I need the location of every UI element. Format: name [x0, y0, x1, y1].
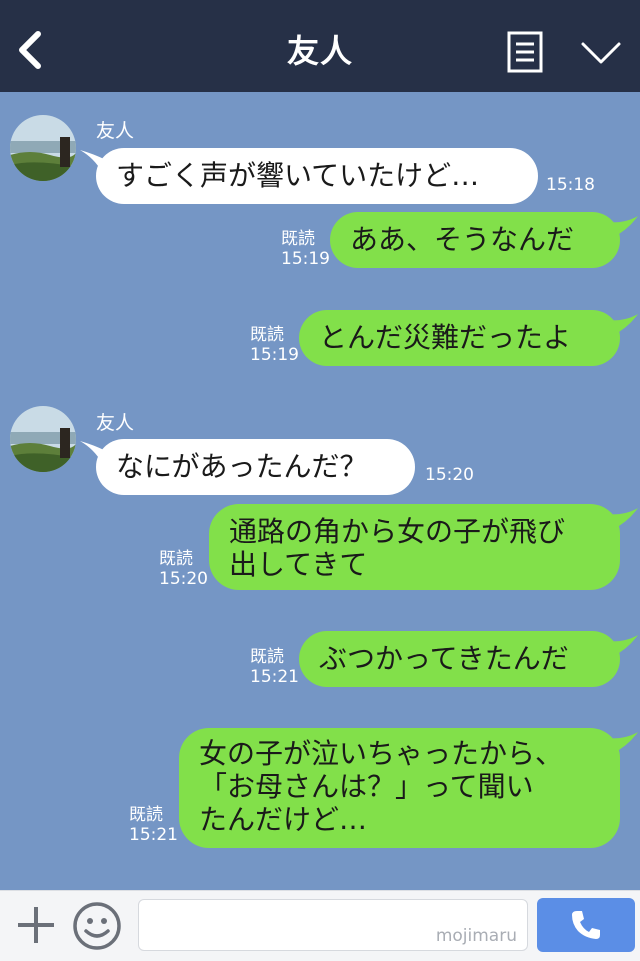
message-bubble[interactable]: ああ、そうなんだ: [330, 212, 620, 268]
message-bubble[interactable]: ぶつかってきたんだ: [299, 631, 620, 687]
watermark-text: mojimaru: [435, 926, 517, 946]
message-time: 15:21: [129, 825, 178, 845]
message-text-line: 「お母さんは？」って聞い: [199, 770, 534, 803]
phone-icon: [572, 911, 600, 939]
landscape-avatar-icon: [10, 115, 76, 181]
read-label: 既読: [250, 325, 284, 345]
chat-title: 友人: [286, 32, 353, 70]
read-receipt: 既読 15:21: [129, 805, 178, 845]
message-bubble[interactable]: とんだ災難だったよ: [299, 310, 620, 366]
chat-header: 友人: [0, 0, 640, 92]
avatar[interactable]: [10, 406, 76, 472]
message-time: 15:19: [281, 249, 330, 269]
message-text-line: 通路の角から女の子が飛び: [229, 515, 566, 548]
message-text: すごく声が響いていたけど…: [116, 159, 480, 192]
input-bar: mojimaru: [0, 890, 640, 961]
message-time: 15:20: [425, 465, 474, 485]
message-text: ぶつかってきたんだ: [319, 642, 569, 675]
call-button[interactable]: [537, 898, 635, 952]
bubble-tail: [606, 314, 638, 336]
message-time: 15:18: [546, 175, 595, 195]
read-label: 既読: [159, 549, 193, 569]
bubble-tail: [606, 216, 638, 238]
read-receipt: 既読 15:19: [250, 325, 299, 365]
read-receipt: 既読 15:21: [250, 647, 299, 687]
message-time: 15:20: [159, 569, 208, 589]
bubble-tail: [606, 732, 638, 754]
message-text: ああ、そうなんだ: [350, 223, 575, 256]
bubble-tail: [606, 508, 638, 530]
read-receipt: 既読 15:20: [159, 549, 208, 589]
read-label: 既読: [129, 805, 163, 825]
read-label: 既読: [281, 229, 315, 249]
message-list[interactable]: 友人 すごく声が響いていたけど… 15:18 既読 15:19 ああ、そうなんだ…: [0, 92, 640, 890]
message-text: とんだ災難だったよ: [319, 321, 572, 354]
note-list-icon[interactable]: [507, 31, 543, 73]
chevron-down-icon[interactable]: [580, 40, 622, 66]
message-text-line: 女の子が泣いちゃったから、: [199, 737, 564, 770]
message-bubble[interactable]: 女の子が泣いちゃったから、 「お母さんは？」って聞い たんだけど…: [179, 728, 620, 848]
avatar[interactable]: [10, 115, 76, 181]
message-bubble[interactable]: なにがあったんだ？: [96, 439, 415, 495]
message-bubble[interactable]: すごく声が響いていたけど…: [96, 148, 538, 204]
message-text-line: たんだけど…: [199, 803, 368, 836]
message-input[interactable]: mojimaru: [138, 899, 528, 951]
message-time: 15:19: [250, 345, 299, 365]
plus-icon[interactable]: [14, 903, 58, 947]
bubble-tail: [606, 635, 638, 657]
message-text-line: 出してきて: [229, 548, 368, 581]
message-time: 15:21: [250, 667, 299, 687]
sender-name: 友人: [96, 412, 135, 434]
sender-name: 友人: [96, 120, 135, 142]
landscape-avatar-icon: [10, 406, 76, 472]
smile-icon[interactable]: [72, 901, 122, 951]
read-label: 既読: [250, 647, 284, 667]
read-receipt: 既読 15:19: [281, 229, 330, 269]
message-bubble[interactable]: 通路の角から女の子が飛び 出してきて: [209, 504, 620, 590]
message-text: なにがあったんだ？: [116, 450, 368, 483]
